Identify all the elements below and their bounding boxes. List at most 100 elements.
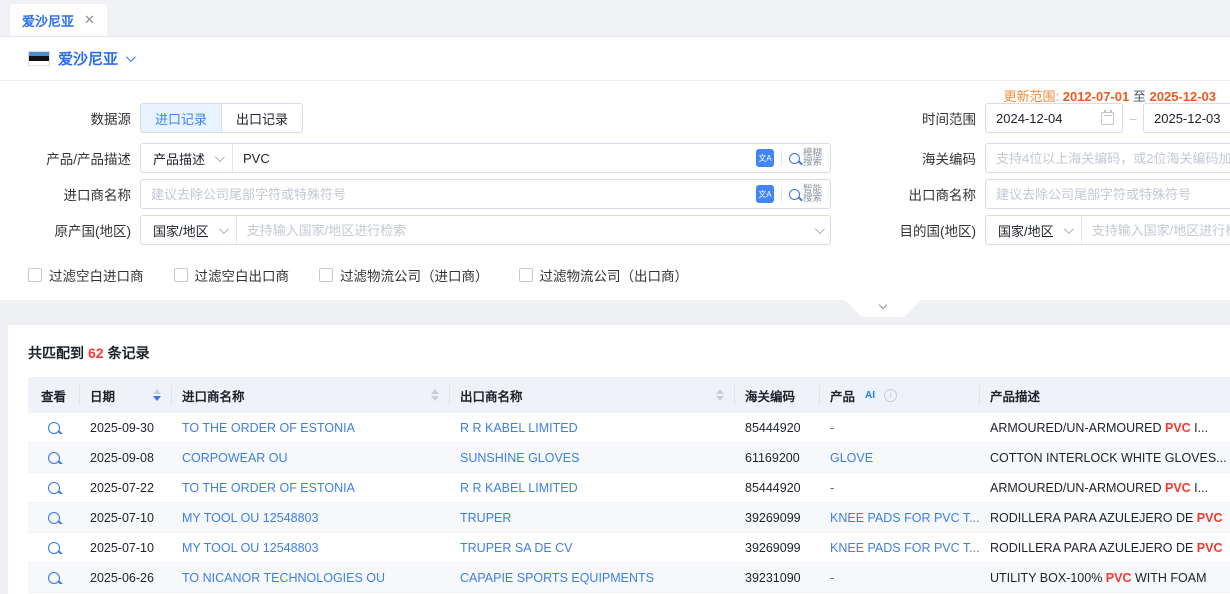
importer-link[interactable]: CORPOWEAR OU <box>182 451 288 465</box>
product-cell[interactable]: - <box>830 421 834 435</box>
filter-checkbox-1[interactable]: 过滤空白出口商 <box>174 265 290 285</box>
update-range-to-word: 至 <box>1133 89 1146 104</box>
filter-checkbox-3[interactable]: 过滤物流公司（出口商） <box>519 265 689 285</box>
product-cell[interactable]: GLOVE <box>830 451 873 465</box>
date-from-input[interactable] <box>985 103 1123 133</box>
table-header: 查看 日期 进口商名称 出口商名称 海关编码 产品 AI i <box>28 377 1230 413</box>
view-record-button[interactable] <box>28 422 80 434</box>
product-type-value: 产品描述 <box>153 149 205 168</box>
results-panel: 共匹配到62条记录 查看 日期 进口商名称 出口商名称 海关编码 <box>8 325 1230 594</box>
product-cell[interactable]: - <box>830 481 834 495</box>
checkbox-label: 过滤空白出口商 <box>195 265 290 285</box>
magnifier-icon[interactable] <box>48 542 60 554</box>
view-record-button[interactable] <box>28 482 80 494</box>
magnifier-icon[interactable] <box>48 452 60 464</box>
product-cell[interactable]: KNEE PADS FOR PVC T... <box>830 541 980 555</box>
exporter-link[interactable]: SUNSHINE GLOVES <box>460 451 579 465</box>
product-cell[interactable]: - <box>830 571 834 585</box>
view-record-button[interactable] <box>28 452 80 464</box>
search-icon <box>789 189 800 200</box>
destination-country-input[interactable] <box>1082 216 1230 244</box>
origin-country-select[interactable]: 国家/地区 <box>141 216 237 244</box>
view-record-button[interactable] <box>28 542 80 554</box>
checkbox-icon[interactable] <box>319 268 333 282</box>
description-cell: COTTON INTERLOCK WHITE GLOVES... <box>980 451 1230 465</box>
date-from-field[interactable] <box>994 104 1095 132</box>
column-exporter[interactable]: 出口商名称 <box>450 385 735 405</box>
chevron-down-icon <box>219 224 229 234</box>
product-label: 产品/产品描述 <box>0 148 140 168</box>
view-record-button[interactable] <box>28 512 80 524</box>
view-record-button[interactable] <box>28 572 80 584</box>
product-tools: 文A 模糊搜索 <box>748 144 830 172</box>
time-range-label: 时间范围 <box>845 108 985 128</box>
exporter-link[interactable]: TRUPER SA DE CV <box>460 541 573 555</box>
importer-link[interactable]: TO THE ORDER OF ESTONIA <box>182 421 355 435</box>
origin-country-input[interactable] <box>237 216 807 244</box>
description-cell: UTILITY BOX-100% PVC WITH FOAM <box>980 571 1230 585</box>
magnifier-icon[interactable] <box>48 572 60 584</box>
filter-checkbox-0[interactable]: 过滤空白进口商 <box>28 265 144 285</box>
tab-estonia[interactable]: 爱沙尼亚 ✕ <box>10 4 107 36</box>
export-records-tab[interactable]: 出口记录 <box>221 104 302 132</box>
smart-search-button[interactable]: 智能搜索 <box>789 185 822 204</box>
sort-date[interactable] <box>153 389 161 401</box>
import-records-tab[interactable]: 进口记录 <box>141 104 221 132</box>
product-type-select[interactable]: 产品描述 <box>141 144 233 172</box>
description-cell: RODILLERA PARA AZULEJERO DE PVC <box>980 511 1230 525</box>
importer-link[interactable]: MY TOOL OU 12548803 <box>182 541 318 555</box>
country-header[interactable]: 爱沙尼亚 <box>28 48 133 69</box>
column-date[interactable]: 日期 <box>80 385 172 405</box>
exporter-link[interactable]: TRUPER <box>460 511 511 525</box>
info-icon[interactable]: i <box>884 389 897 402</box>
calendar-icon[interactable] <box>1101 112 1114 125</box>
hs-code-cell: 85444920 <box>735 481 820 495</box>
tab-close-icon[interactable]: ✕ <box>84 12 95 28</box>
filter-checkbox-2[interactable]: 过滤物流公司（进口商） <box>319 265 489 285</box>
chevron-down-icon <box>215 152 225 162</box>
date-to-input[interactable] <box>1143 103 1230 133</box>
exporter-link[interactable]: CAPAPIE SPORTS EQUIPMENTS <box>460 571 654 585</box>
result-count-number: 62 <box>84 345 108 361</box>
origin-country-group: 国家/地区 <box>140 215 831 245</box>
magnifier-icon[interactable] <box>48 512 60 524</box>
sort-importer[interactable] <box>431 389 439 401</box>
fuzzy-search-button[interactable]: 模糊搜索 <box>789 149 822 168</box>
chevron-down-icon[interactable] <box>126 52 136 62</box>
column-importer[interactable]: 进口商名称 <box>172 385 450 405</box>
panel-gap <box>0 300 1230 325</box>
description-cell: ARMOURED/UN-ARMOURED PVC I... <box>980 421 1230 435</box>
ai-badge: AI <box>861 389 879 402</box>
chevron-down-icon[interactable] <box>815 224 825 234</box>
tab-bar: 爱沙尼亚 ✕ <box>0 0 1230 37</box>
importer-link[interactable]: TO THE ORDER OF ESTONIA <box>182 481 355 495</box>
records-table: 查看 日期 进口商名称 出口商名称 海关编码 产品 AI i <box>28 377 1230 593</box>
column-view: 查看 <box>28 385 80 405</box>
collapse-filters-button[interactable] <box>845 300 921 317</box>
magnifier-icon[interactable] <box>48 422 60 434</box>
checkbox-icon[interactable] <box>28 268 42 282</box>
exporter-link[interactable]: R R KABEL LIMITED <box>460 481 578 495</box>
update-range-to: 2025-12-03 <box>1150 89 1217 104</box>
checkbox-icon[interactable] <box>174 268 188 282</box>
translate-icon[interactable]: 文A <box>756 185 774 203</box>
hs-code-input[interactable] <box>986 144 1230 172</box>
importer-label: 进口商名称 <box>0 184 140 204</box>
importer-link[interactable]: MY TOOL OU 12548803 <box>182 511 318 525</box>
product-cell[interactable]: KNEE PADS FOR PVC T... <box>830 511 980 525</box>
sort-exporter[interactable] <box>716 389 724 401</box>
date-cell: 2025-06-26 <box>80 571 172 585</box>
magnifier-icon[interactable] <box>48 482 60 494</box>
destination-country-select-value: 国家/地区 <box>998 221 1054 240</box>
exporter-input[interactable] <box>986 180 1230 208</box>
importer-link[interactable]: TO NICANOR TECHNOLOGIES OU <box>182 571 385 585</box>
date-to-field[interactable] <box>1152 104 1230 132</box>
checkbox-icon[interactable] <box>519 268 533 282</box>
importer-input[interactable] <box>141 180 748 208</box>
product-search-input[interactable] <box>233 144 748 172</box>
exporter-link[interactable]: R R KABEL LIMITED <box>460 421 578 435</box>
destination-country-select[interactable]: 国家/地区 <box>986 216 1082 244</box>
translate-icon[interactable]: 文A <box>756 149 774 167</box>
highlight-term: PVC <box>1197 541 1223 555</box>
time-range-row: 时间范围 – <box>845 103 1230 133</box>
